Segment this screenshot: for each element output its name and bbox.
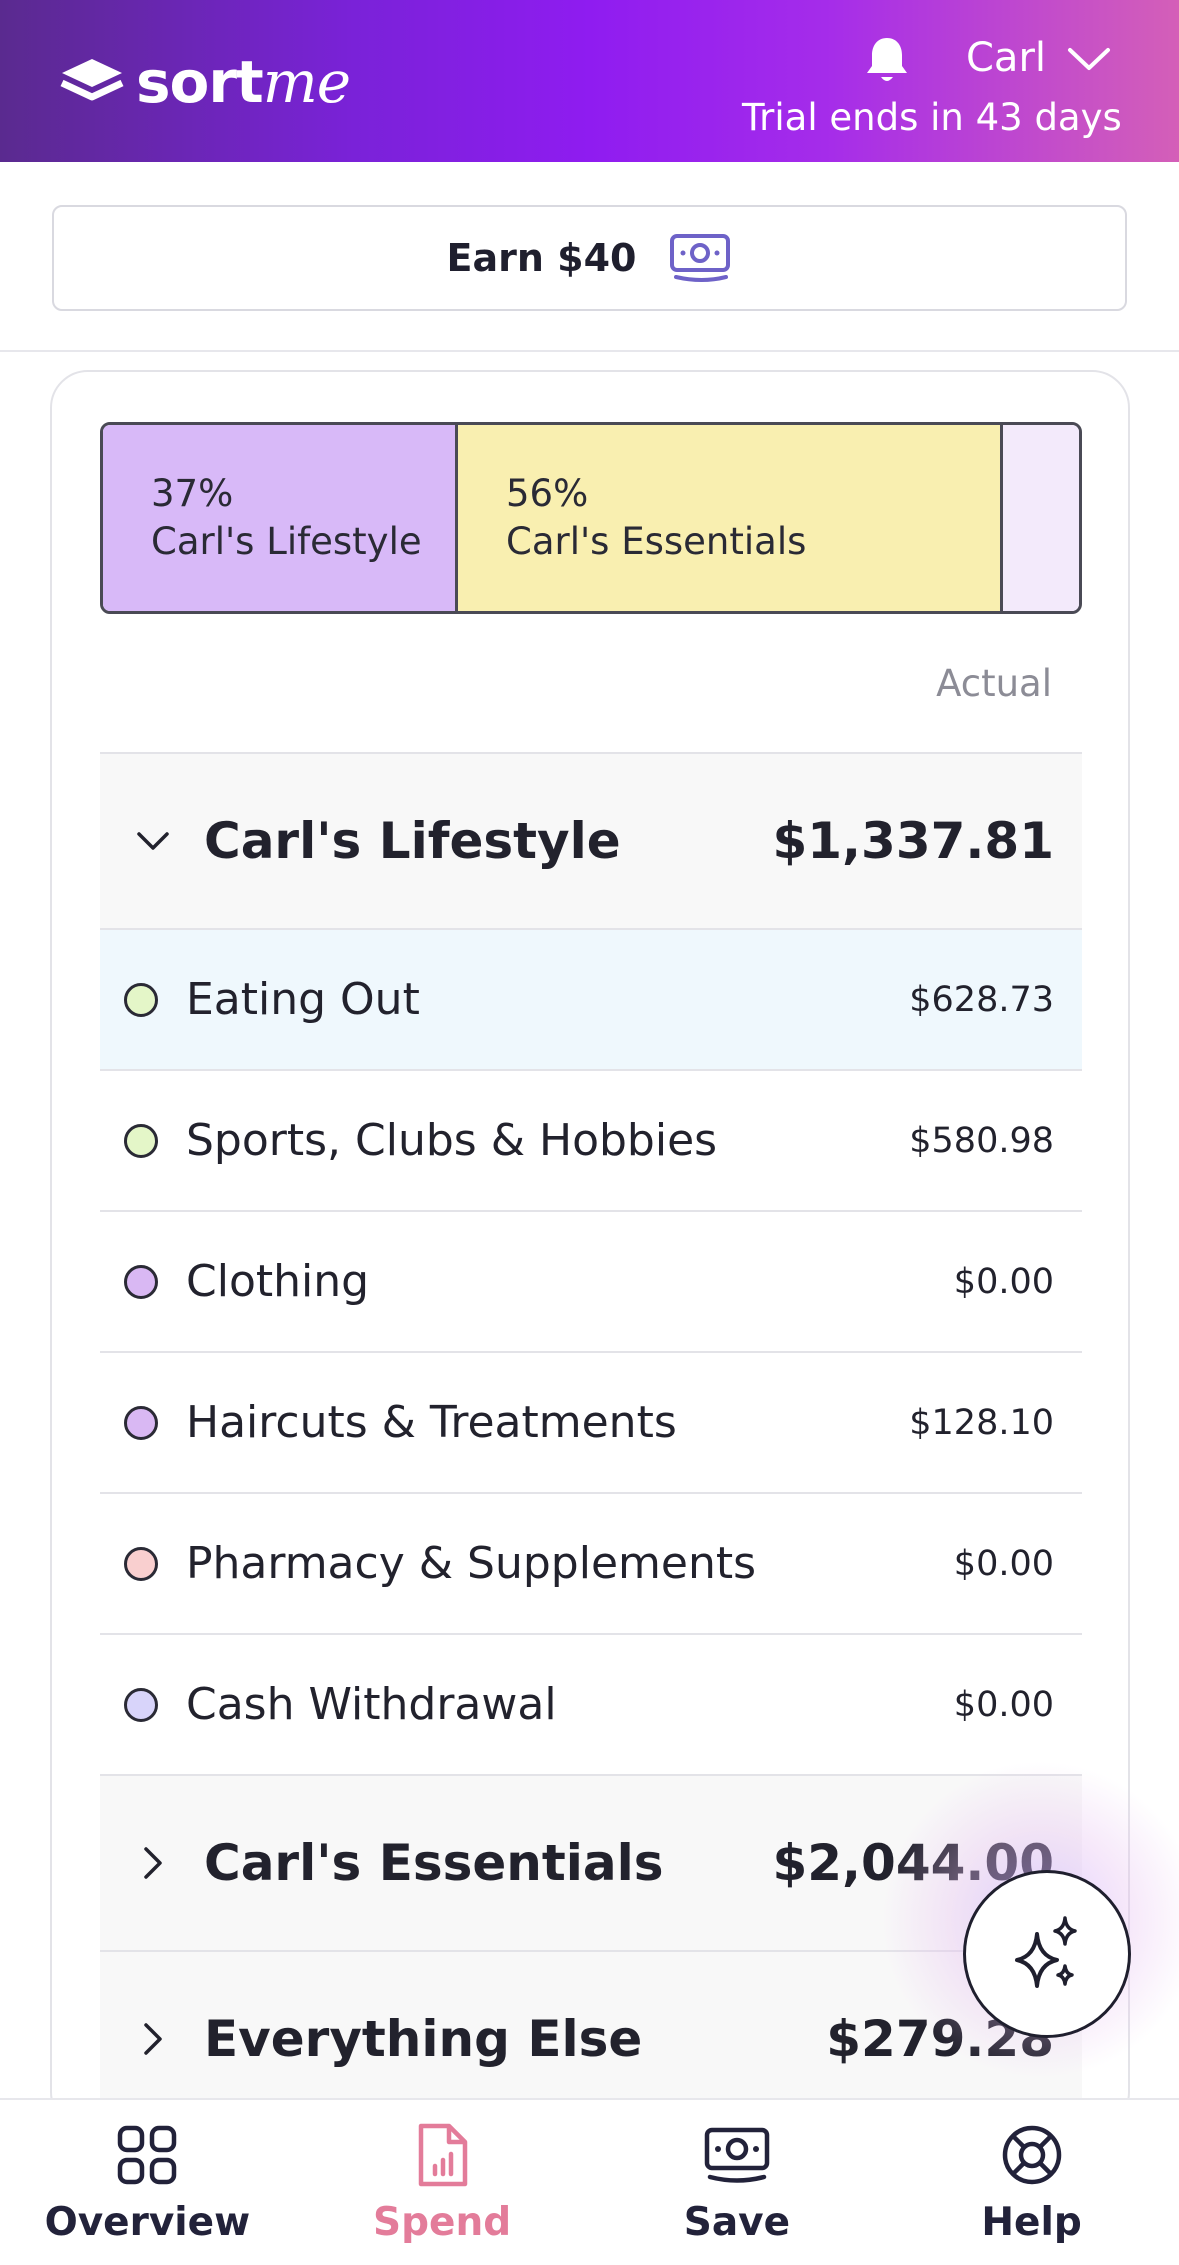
nav-label: Overview (44, 2200, 251, 2245)
sortme-logo[interactable]: sortme (58, 48, 351, 116)
trial-notice: Trial ends in 43 days (742, 96, 1122, 139)
item-amount: $580.98 (909, 1120, 1054, 1161)
nav-help[interactable]: Help (884, 2100, 1179, 2265)
segment-label: Carl's Lifestyle (151, 520, 422, 563)
split-segment-lifestyle[interactable]: 37% Carl's Lifestyle (103, 425, 458, 611)
list-item-cash-withdrawal[interactable]: Cash Withdrawal $0.00 (100, 1633, 1082, 1774)
split-segment-essentials[interactable]: 56% Carl's Essentials (458, 425, 1003, 611)
group-name: Carl's Lifestyle (204, 812, 621, 870)
app-header: sortme Carl Trial ends in 43 days (0, 0, 1179, 162)
bell-icon[interactable] (862, 34, 912, 86)
receipt-chart-icon (418, 2123, 468, 2187)
list-item-eating-out[interactable]: Eating Out $628.73 (100, 928, 1082, 1069)
item-name: Pharmacy & Supplements (186, 1538, 757, 1589)
item-name: Haircuts & Treatments (186, 1397, 677, 1448)
group-row-lifestyle[interactable]: Carl's Lifestyle $1,337.81 (100, 752, 1082, 928)
lifebuoy-icon (1002, 2125, 1061, 2185)
segment-percent: 37% (151, 472, 234, 515)
category-dot (124, 982, 158, 1017)
item-name: Cash Withdrawal (186, 1679, 557, 1730)
list-item-sports[interactable]: Sports, Clubs & Hobbies $580.98 (100, 1069, 1082, 1210)
item-amount: $0.00 (953, 1261, 1054, 1302)
item-amount: $0.00 (953, 1684, 1054, 1725)
list-item-haircuts[interactable]: Haircuts & Treatments $128.10 (100, 1351, 1082, 1492)
chevron-right-icon (144, 2023, 162, 2055)
logo-wordmark: sortme (136, 48, 351, 116)
category-dot (124, 1123, 158, 1158)
nav-spend[interactable]: Spend (295, 2100, 590, 2265)
group-name: Carl's Essentials (204, 1834, 664, 1892)
chevron-right-icon (144, 1847, 162, 1879)
item-amount: $628.73 (909, 979, 1054, 1020)
segment-label: Carl's Essentials (506, 520, 807, 563)
item-amount: $0.00 (953, 1543, 1054, 1584)
earn-section: Earn $40 (0, 162, 1179, 352)
sparkles-icon (1015, 1916, 1077, 1988)
chevron-down-icon (137, 832, 169, 850)
bottom-nav: Overview Spend Save Help (0, 2098, 1179, 2265)
nav-overview[interactable]: Overview (0, 2100, 295, 2265)
category-dot (124, 1264, 158, 1299)
nav-label: Help (981, 2200, 1082, 2245)
segment-percent: 56% (506, 472, 589, 515)
earn-label: Earn $40 (446, 236, 637, 280)
money-icon (704, 2127, 770, 2183)
grid-icon (118, 2125, 177, 2185)
column-header-actual: Actual (936, 662, 1052, 705)
category-dot (124, 1687, 158, 1722)
item-name: Eating Out (186, 974, 420, 1025)
nav-label: Save (683, 2200, 791, 2245)
item-name: Clothing (186, 1256, 370, 1307)
money-icon (670, 234, 731, 282)
user-name[interactable]: Carl (966, 34, 1046, 82)
item-amount: $128.10 (909, 1402, 1054, 1443)
group-name: Everything Else (204, 2010, 643, 2068)
category-dot (124, 1405, 158, 1440)
spending-split-bar: 37% Carl's Lifestyle 56% Carl's Essentia… (100, 422, 1082, 614)
earn-button[interactable]: Earn $40 (52, 205, 1127, 311)
logo-icon (60, 59, 124, 101)
list-item-clothing[interactable]: Clothing $0.00 (100, 1210, 1082, 1351)
split-segment-other[interactable] (1003, 425, 1079, 611)
group-amount: $1,337.81 (772, 812, 1054, 870)
item-name: Sports, Clubs & Hobbies (186, 1115, 718, 1166)
ai-assistant-button[interactable] (963, 1870, 1131, 2038)
category-dot (124, 1546, 158, 1581)
list-item-pharmacy[interactable]: Pharmacy & Supplements $0.00 (100, 1492, 1082, 1633)
chevron-down-icon[interactable] (1066, 44, 1112, 74)
nav-save[interactable]: Save (590, 2100, 885, 2265)
nav-label: Spend (373, 2200, 512, 2245)
